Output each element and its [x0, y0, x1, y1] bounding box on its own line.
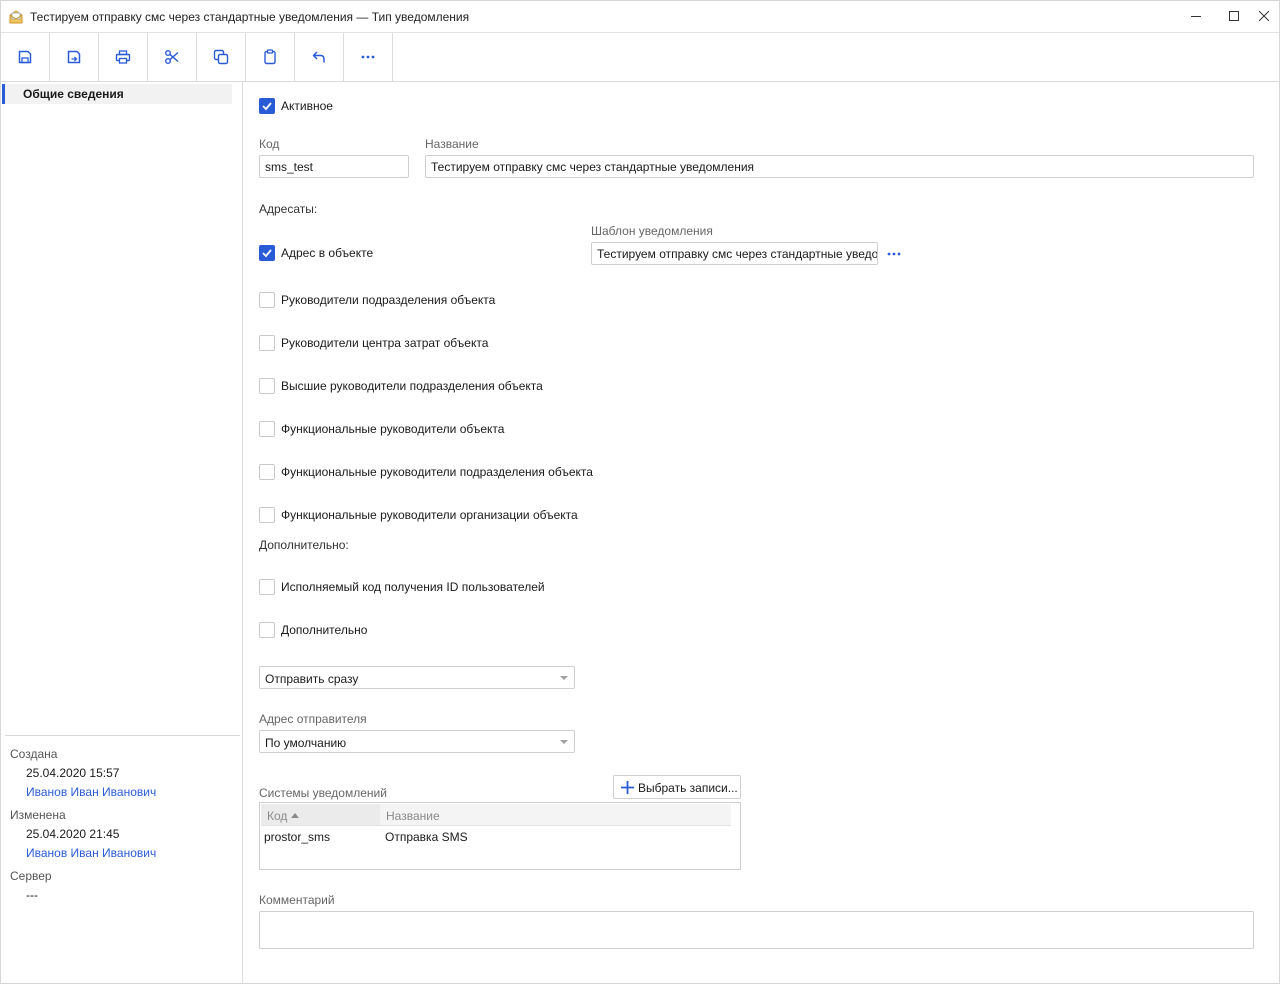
created-by-link[interactable]: Иванов Иван Иванович: [26, 785, 156, 799]
save-icon: [18, 50, 32, 64]
created-label: Создана: [10, 747, 58, 761]
systems-table: Код Название prostor_sms Отправка SMS: [259, 802, 741, 870]
chevron-down-icon: [560, 676, 568, 680]
save-button[interactable]: [1, 33, 50, 81]
toolbar: [1, 33, 1279, 82]
modified-date: 25.04.2020 21:45: [26, 827, 120, 841]
code-input[interactable]: sms_test: [259, 155, 409, 178]
active-checkbox[interactable]: [259, 98, 275, 114]
plus-icon: [621, 781, 634, 794]
recipient-checkbox-functional-org-heads[interactable]: [259, 507, 275, 523]
meta-divider: [5, 735, 240, 736]
recipient-label: Руководители подразделения объекта: [281, 293, 496, 307]
cut-icon: [165, 50, 179, 64]
additional-label: Дополнительно: [281, 623, 368, 637]
modified-by-link[interactable]: Иванов Иван Иванович: [26, 846, 156, 860]
sender-select[interactable]: По умолчанию: [259, 730, 575, 753]
recipient-checkbox-dept-heads[interactable]: [259, 292, 275, 308]
undo-button[interactable]: [295, 33, 344, 81]
chevron-down-icon: [560, 740, 568, 744]
column-header-code[interactable]: Код: [261, 804, 380, 825]
send-mode-select[interactable]: Отправить сразу: [259, 666, 575, 689]
copy-button[interactable]: [197, 33, 246, 81]
select-records-label: Выбрать записи...: [638, 781, 738, 795]
print-icon: [115, 50, 131, 64]
more-icon: [887, 252, 901, 256]
table-row[interactable]: prostor_sms Отправка SMS: [261, 827, 731, 847]
send-mode-value: Отправить сразу: [265, 672, 359, 686]
sender-value: По умолчанию: [265, 736, 347, 750]
recipient-label: Функциональные руководители объекта: [281, 422, 505, 436]
copy-icon: [213, 49, 229, 65]
maximize-button[interactable]: [1217, 1, 1251, 31]
recipient-checkbox-functional-heads[interactable]: [259, 421, 275, 437]
comment-textarea[interactable]: [259, 911, 1254, 949]
print-button[interactable]: [99, 33, 148, 81]
additional-heading: Дополнительно:: [259, 538, 349, 552]
modified-label: Изменена: [10, 808, 66, 822]
template-input[interactable]: Тестируем отправку смс через стандартные…: [591, 242, 878, 265]
column-header-name[interactable]: Название: [380, 804, 731, 825]
name-label: Название: [425, 137, 479, 151]
save-close-icon: [67, 50, 81, 64]
server-label: Сервер: [10, 869, 52, 883]
checkmark-icon: [262, 249, 272, 258]
maximize-icon: [1229, 11, 1239, 21]
more-actions-button[interactable]: [344, 33, 393, 81]
comment-label: Комментарий: [259, 893, 335, 907]
recipient-label: Высшие руководители подразделения объект…: [281, 379, 543, 393]
checkmark-icon: [262, 102, 272, 111]
recipient-label: Функциональные руководители организации …: [281, 508, 578, 522]
additional-label: Исполняемый код получения ID пользовател…: [281, 580, 545, 594]
active-label: Активное: [281, 99, 333, 113]
additional-checkbox-user-id-code[interactable]: [259, 579, 275, 595]
window-title: Тестируем отправку смс через стандартные…: [30, 10, 470, 24]
name-input[interactable]: Тестируем отправку смс через стандартные…: [425, 155, 1254, 178]
sidebar-item-label: Общие сведения: [23, 87, 124, 101]
recipients-heading: Адресаты:: [259, 202, 318, 216]
column-header-label: Код: [267, 809, 288, 823]
created-date: 25.04.2020 15:57: [26, 766, 120, 780]
additional-checkbox-extra[interactable]: [259, 622, 275, 638]
envelope-icon: [8, 9, 24, 25]
minimize-icon: [1191, 16, 1201, 17]
recipient-label: Руководители центра затрат объекта: [281, 336, 489, 350]
cut-button[interactable]: [148, 33, 197, 81]
sidebar: Общие сведения Создана 25.04.2020 15:57 …: [1, 82, 243, 984]
systems-label: Системы уведомлений: [259, 786, 387, 800]
recipient-checkbox-cost-center-heads[interactable]: [259, 335, 275, 351]
sender-label: Адрес отправителя: [259, 712, 367, 726]
template-select-button[interactable]: [886, 246, 902, 262]
minimize-button[interactable]: [1179, 1, 1213, 31]
save-and-close-button[interactable]: [50, 33, 99, 81]
sort-ascending-icon: [291, 813, 299, 818]
table-header: Код Название: [261, 804, 731, 826]
app-window: Тестируем отправку смс через стандартные…: [0, 0, 1280, 984]
recipient-checkbox-address[interactable]: [259, 245, 275, 261]
close-button[interactable]: [1247, 1, 1280, 31]
column-header-label: Название: [386, 809, 440, 823]
undo-icon: [312, 51, 325, 63]
table-cell-name: Отправка SMS: [385, 830, 468, 844]
title-bar: Тестируем отправку смс через стандартные…: [1, 1, 1279, 33]
recipient-label: Адрес в объекте: [281, 246, 374, 260]
form-area: Активное Код sms_test Название Тестируем…: [244, 82, 1280, 984]
sidebar-item-general[interactable]: Общие сведения: [2, 84, 232, 104]
paste-icon: [264, 49, 276, 65]
recipient-checkbox-functional-dept-heads[interactable]: [259, 464, 275, 480]
more-icon: [361, 55, 375, 59]
code-label: Код: [259, 137, 280, 151]
close-icon: [1259, 11, 1269, 21]
recipient-checkbox-senior-heads[interactable]: [259, 378, 275, 394]
recipient-label: Функциональные руководители подразделени…: [281, 465, 593, 479]
template-label: Шаблон уведомления: [591, 224, 713, 238]
server-value: ---: [26, 888, 38, 902]
select-records-button[interactable]: Выбрать записи...: [613, 775, 741, 799]
paste-button[interactable]: [246, 33, 295, 81]
table-cell-code: prostor_sms: [264, 830, 331, 844]
